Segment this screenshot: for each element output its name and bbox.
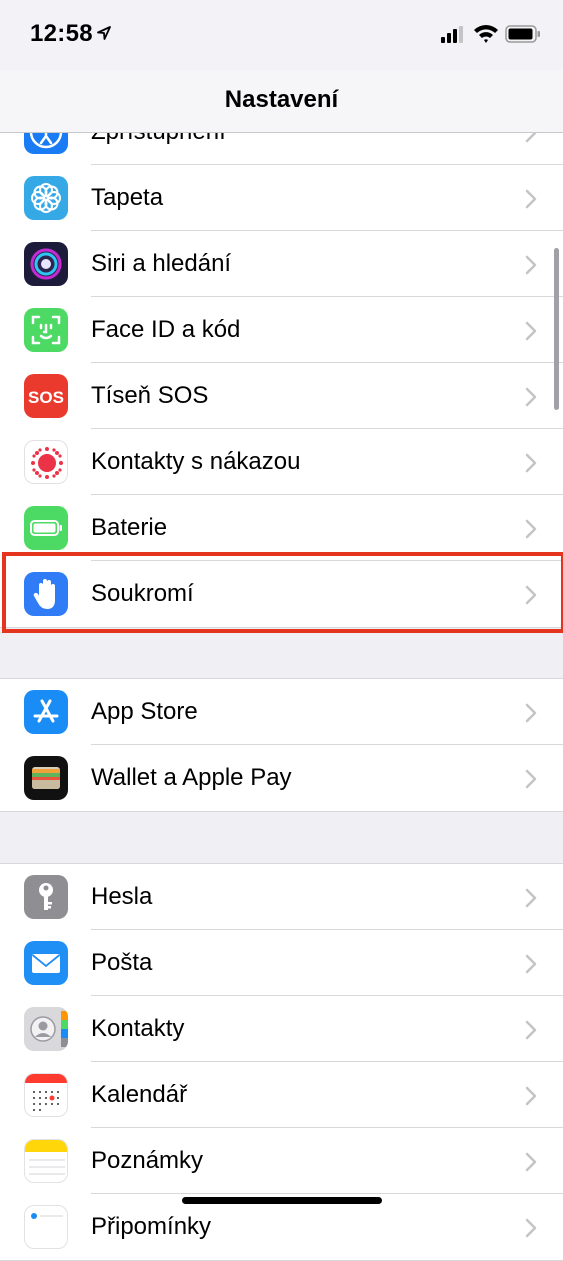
settings-row-label: Tapeta [91,184,164,211]
settings-row-contacts[interactable]: Kontakty [0,996,563,1062]
settings-row-wallpaper[interactable]: Tapeta [0,165,563,231]
exposure-notification-icon [24,440,68,484]
key-icon [24,875,68,919]
settings-group-system: Zpřístupnění Tapeta Siri a hledání Face … [0,98,563,628]
app-store-icon [24,690,68,734]
chevron-right-icon [525,1020,537,1040]
settings-row-label: App Store [91,698,198,725]
battery-status-icon [505,25,540,43]
settings-row-label: Poznámky [91,1147,204,1174]
privacy-row-highlight-box [2,552,563,633]
chevron-right-icon [525,189,537,209]
settings-row-exposure[interactable]: Kontakty s nákazou [0,429,563,495]
chevron-right-icon [525,1218,537,1238]
calendar-icon [24,1073,68,1117]
battery-icon [24,506,68,550]
status-bar: 12:58 [0,0,563,70]
settings-row-label: Tíseň SOS [91,382,209,409]
chevron-right-icon [525,954,537,974]
settings-row-mail[interactable]: Pošta [0,930,563,996]
settings-row-notes[interactable]: Poznámky [0,1128,563,1194]
settings-row-label: Kalendář [91,1081,188,1108]
reminders-icon [24,1205,68,1249]
sos-icon-text: SOS [28,388,64,407]
settings-row-passwords[interactable]: Hesla [0,864,563,930]
settings-row-label: Hesla [91,883,153,910]
settings-row-label: Kontakty s nákazou [91,448,301,475]
wallpaper-flower-icon [24,176,68,220]
settings-row-label: Připomínky [91,1213,212,1240]
chevron-right-icon [525,1152,537,1172]
page-title: Nastavení [224,86,339,113]
scrollbar[interactable] [554,248,559,410]
settings-row-label: Face ID a kód [91,316,241,343]
chevron-right-icon [525,703,537,723]
settings-row-label: Siri a hledání [91,250,232,277]
chevron-right-icon [525,321,537,341]
settings-row-face-id[interactable]: Face ID a kód [0,297,563,363]
mail-icon [24,941,68,985]
settings-row-calendar[interactable]: Kalendář [0,1062,563,1128]
settings-row-label: Kontakty [91,1015,185,1042]
siri-icon [24,242,68,286]
settings-row-label: Baterie [91,514,168,541]
chevron-right-icon [525,255,537,275]
settings-row-app-store[interactable]: App Store [0,679,563,745]
chevron-right-icon [525,519,537,539]
wifi-icon [474,25,498,43]
home-indicator[interactable] [182,1197,382,1204]
status-time: 12:58 [30,20,93,47]
chevron-right-icon [525,387,537,407]
contacts-icon [24,1007,68,1051]
settings-group-store: App Store Wallet a Apple Pay [0,678,563,812]
notes-icon [24,1139,68,1183]
chevron-right-icon [525,453,537,473]
settings-row-label: Wallet a Apple Pay [91,764,292,791]
chevron-right-icon [525,769,537,789]
sos-icon: SOS [24,374,68,418]
settings-row-siri[interactable]: Siri a hledání [0,231,563,297]
location-arrow-icon [97,26,111,40]
cellular-signal-icon [441,26,463,43]
face-id-icon [24,308,68,352]
settings-row-wallet[interactable]: Wallet a Apple Pay [0,745,563,811]
settings-row-label: Pošta [91,949,153,976]
navigation-bar: Nastavení [0,70,563,133]
settings-row-emergency-sos[interactable]: SOS Tíseň SOS [0,363,563,429]
chevron-right-icon [525,888,537,908]
wallet-icon [24,756,68,800]
chevron-right-icon [525,1086,537,1106]
